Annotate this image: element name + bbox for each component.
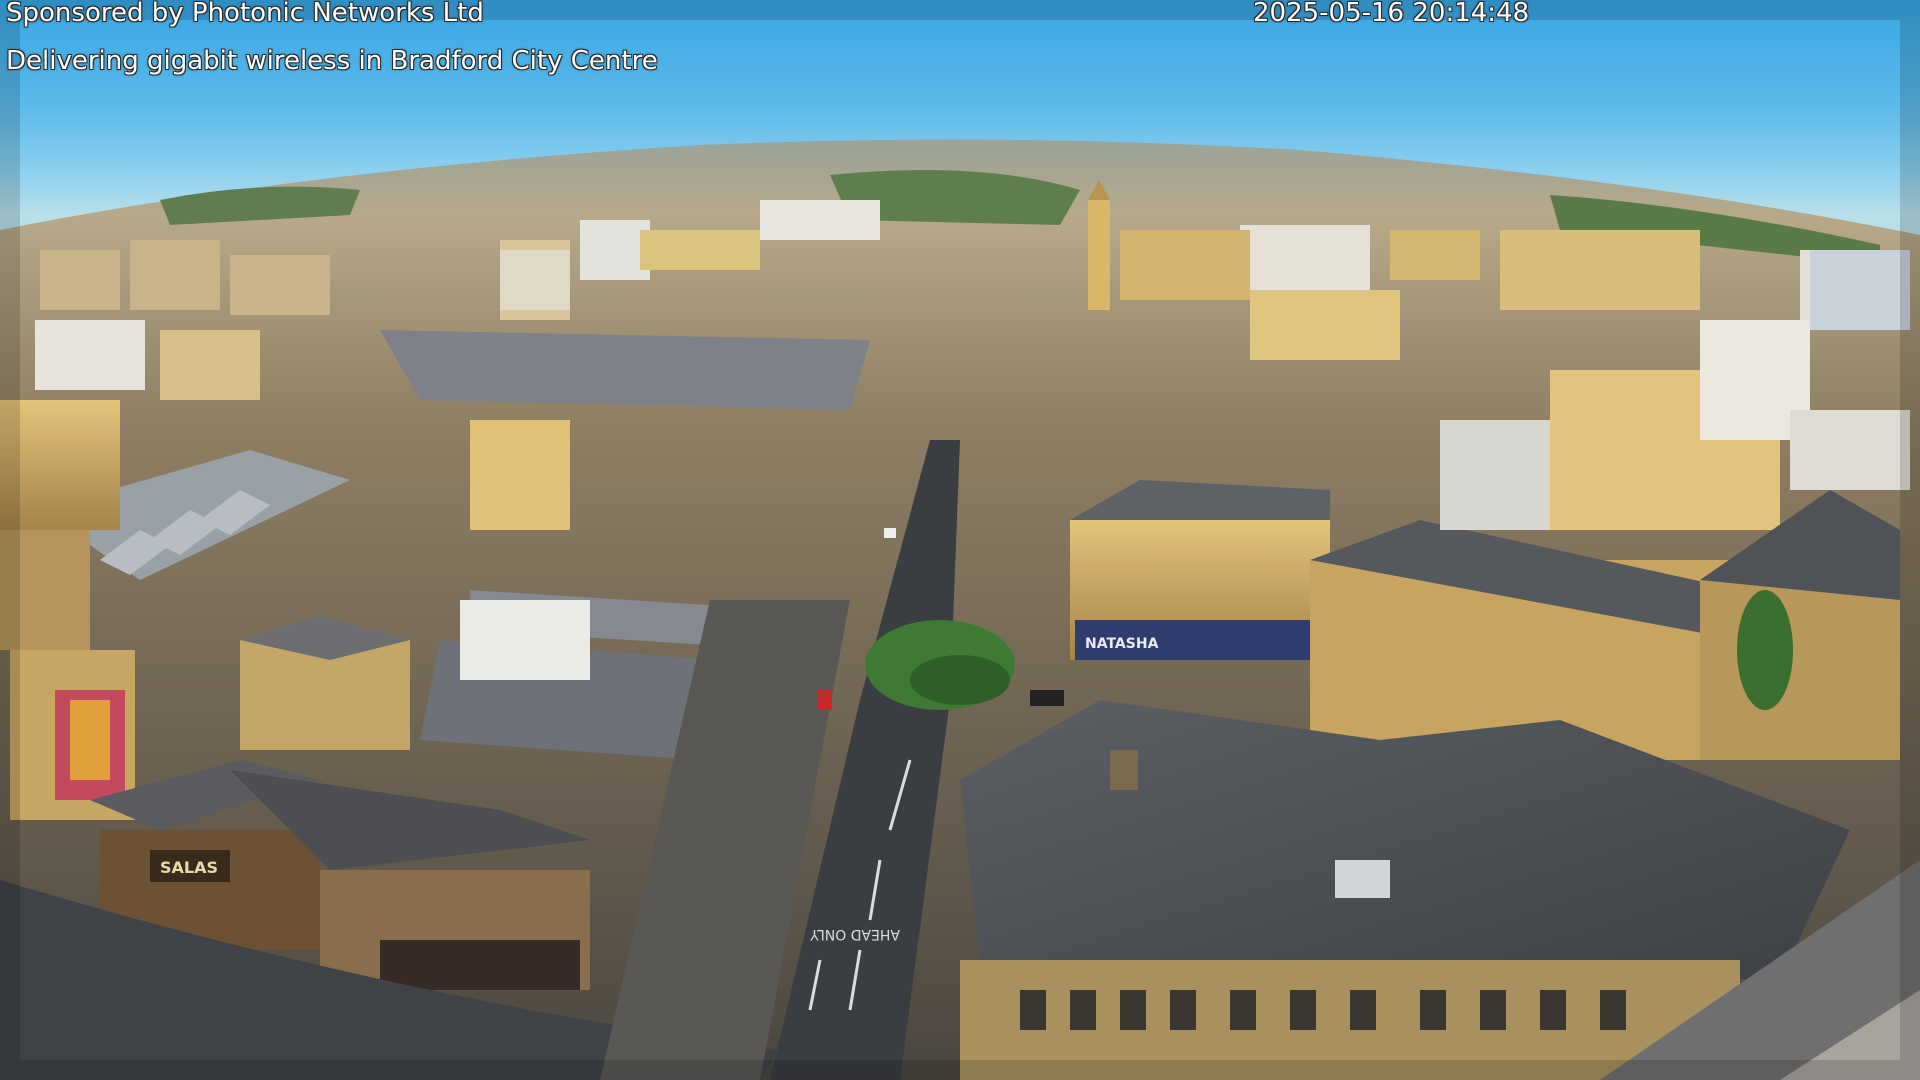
chimney	[1110, 750, 1138, 790]
shop-sign-natasha: NATASHA	[1085, 636, 1159, 652]
car-red	[818, 690, 832, 710]
road-marking-ahead-only: AHEAD ONLY	[810, 926, 900, 942]
car-dark	[1030, 690, 1064, 706]
sponsor-overlay-text: Sponsored by Photonic Networks Ltd	[6, 0, 484, 28]
car-white	[884, 528, 896, 538]
city-hall-tower	[1088, 180, 1110, 310]
timestamp-overlay: 2025-05-16 20:14:48	[1253, 0, 1530, 28]
shop-sign-salas: SALAS	[160, 858, 218, 877]
city-panorama: SALAS AHEAD ONLY NATASHA	[0, 0, 1920, 1080]
street-tree-shade	[910, 655, 1010, 705]
tagline-overlay-text: Delivering gigabit wireless in Bradford …	[6, 46, 658, 76]
roof-mall	[380, 330, 870, 410]
webcam-frame: SALAS AHEAD ONLY NATASHA Sponsored by Ph…	[0, 0, 1920, 1080]
skylight	[1335, 860, 1390, 898]
white-building	[460, 600, 590, 680]
right-tree	[1737, 590, 1793, 710]
